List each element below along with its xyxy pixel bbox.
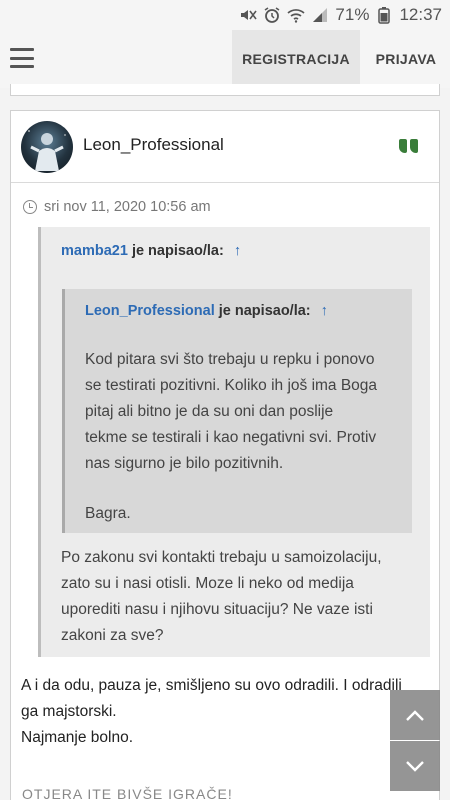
text-line: se testirati pozitivni. Koliko ih još im… xyxy=(85,377,378,394)
nested-quote-author-link[interactable]: Leon_Professional xyxy=(85,303,215,319)
text-line: tekme se testirali i kao negativni svi. … xyxy=(85,429,377,446)
clock-icon xyxy=(23,200,37,214)
nested-quote-wrote-label: je napisao/la: xyxy=(218,303,311,319)
battery-level: 71% xyxy=(335,5,370,24)
text-line: pitaj ali bitno je da su oni dan poslije xyxy=(85,403,334,420)
nested-quote-sign: Bagra. xyxy=(85,505,131,522)
alarm-icon xyxy=(263,6,281,24)
post-body: A i da odu, pauza je, smišljeno su ovo o… xyxy=(21,673,431,751)
quote-jump-arrow-icon[interactable]: ↑ xyxy=(234,243,241,259)
forum-post: Leon_Professional sri nov 11, 2020 10:56… xyxy=(10,110,440,800)
text-line: A i da odu, pauza je, smišljeno su ovo o… xyxy=(21,677,402,694)
post-author[interactable]: Leon_Professional xyxy=(83,135,224,155)
quote-icon[interactable] xyxy=(399,139,419,157)
previous-post-bottom xyxy=(10,84,440,96)
text-line: Najmanje bolno. xyxy=(21,729,134,746)
text-line: zato su i nasi otisli. Moze li neko od m… xyxy=(61,575,354,592)
battery-icon xyxy=(375,6,393,24)
clock-time: 12:37 xyxy=(399,5,442,24)
quote-author-link[interactable]: mamba21 xyxy=(61,243,128,259)
next-post-title[interactable]: OTJERA ITE BIVŠE IGRAČE! xyxy=(22,786,233,800)
chevron-up-icon xyxy=(406,710,424,721)
post-header: Leon_Professional xyxy=(11,111,439,183)
login-button[interactable]: PRIJAVA xyxy=(366,30,446,88)
signal-icon xyxy=(311,6,329,24)
quote-text: Po zakonu svi kontakti trebaju u samoizo… xyxy=(61,545,382,649)
text-line: nas sigurno je bilo pozitivnih. xyxy=(85,455,284,472)
nested-quote-header: Leon_Professional je napisao/la: ↑ xyxy=(85,303,328,319)
quote-header: mamba21 je napisao/la: ↑ xyxy=(61,243,241,259)
nested-quote-text: Kod pitara svi što trebaju u repku i pon… xyxy=(85,347,377,477)
text-line: uporediti nasu i njihovu situaciju? Ne v… xyxy=(61,601,373,618)
quote-wrote-label: je napisao/la: xyxy=(131,243,224,259)
text-line: ga majstorski. xyxy=(21,703,117,720)
register-button[interactable]: REGISTRACIJA xyxy=(232,30,360,88)
mute-icon xyxy=(239,6,258,24)
post-date-text: sri nov 11, 2020 10:56 am xyxy=(44,199,211,215)
status-bar: 71% 12:37 xyxy=(0,0,450,30)
menu-icon[interactable] xyxy=(10,48,34,68)
chevron-down-icon xyxy=(406,761,424,772)
text-line: Po zakonu svi kontakti trebaju u samoizo… xyxy=(61,549,382,566)
scroll-down-button[interactable] xyxy=(390,741,440,791)
quote-block: mamba21 je napisao/la: ↑ Leon_Profession… xyxy=(38,227,430,657)
nested-quote-block: Leon_Professional je napisao/la: ↑ Kod p… xyxy=(62,289,412,533)
top-navbar: REGISTRACIJA PRIJAVA xyxy=(0,30,450,88)
text-line: zakoni za sve? xyxy=(61,627,164,644)
nested-quote-jump-arrow-icon[interactable]: ↑ xyxy=(321,303,328,319)
avatar[interactable] xyxy=(21,121,73,173)
scroll-up-button[interactable] xyxy=(390,690,440,740)
post-date: sri nov 11, 2020 10:56 am xyxy=(23,199,211,215)
text-line: Kod pitara svi što trebaju u repku i pon… xyxy=(85,351,375,368)
wifi-icon xyxy=(287,6,305,24)
